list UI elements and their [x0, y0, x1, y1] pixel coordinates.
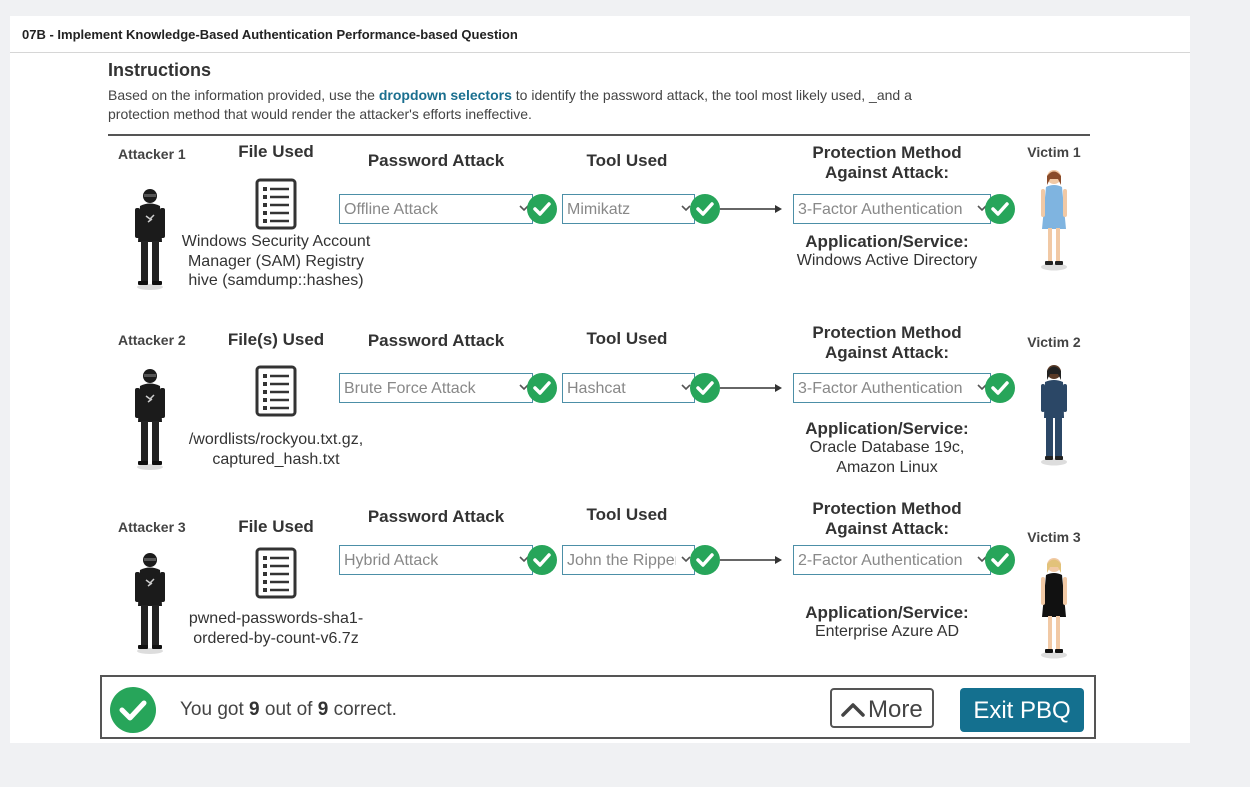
- instructions-text: Based on the information provided, use t…: [108, 86, 958, 124]
- victim-avatar: [1041, 365, 1067, 466]
- instructions-highlight: dropdown selectors: [378, 87, 512, 103]
- protection-method-select-value: 2-Factor Authentication: [798, 552, 963, 569]
- password-attack-header: Password Attack: [367, 151, 505, 170]
- instructions-heading: Instructions: [108, 60, 212, 80]
- file-used-text: /wordlists/rockyou.txt.gz, captured_hash…: [188, 431, 364, 468]
- password-attack-select[interactable]: Hybrid Attack: [339, 545, 533, 575]
- protection-method-header: Protection Method Against Attack:: [812, 323, 962, 362]
- protection-method-select-value: 3-Factor Authentication: [798, 380, 963, 397]
- application-service-text: Oracle Database 19c, Amazon Linux: [809, 439, 965, 476]
- file-used-text: Windows Security Account Manager (SAM) R…: [181, 233, 371, 289]
- application-service-header: Application/Service:: [805, 419, 969, 438]
- checkmark-icon: [527, 545, 557, 575]
- protection-method-select[interactable]: 3-Factor Authentication: [793, 194, 991, 224]
- victim-avatar: [1041, 170, 1067, 271]
- document-list-icon: [255, 365, 297, 417]
- application-service-header: Application/Service:: [805, 603, 969, 622]
- score-total: 9: [317, 699, 329, 720]
- title-bar: 07B - Implement Knowledge-Based Authenti…: [10, 16, 1190, 53]
- checkmark-icon: [690, 194, 720, 224]
- document-list-icon: [255, 547, 297, 599]
- application-service-text: Enterprise Azure AD: [814, 623, 960, 640]
- arrow-right-icon: [720, 205, 782, 213]
- checkmark-icon: [690, 545, 720, 575]
- protection-method-select-value: 3-Factor Authentication: [798, 201, 963, 218]
- results-footer: You got 9 out of 9 correct. More Exit PB…: [100, 675, 1096, 739]
- score-prefix: You got: [180, 699, 250, 720]
- checkmark-icon: [690, 373, 720, 403]
- password-attack-header: Password Attack: [367, 507, 505, 526]
- chevron-up-icon: [841, 703, 865, 717]
- tool-used-header: Tool Used: [586, 151, 668, 170]
- checkmark-icon: [527, 373, 557, 403]
- exit-pbq-label: Exit PBQ: [973, 697, 1071, 724]
- score-text: You got 9 out of 9 correct.: [180, 699, 397, 721]
- file-used-header: File Used: [238, 142, 314, 161]
- victim-label: Victim 1: [1027, 144, 1081, 160]
- password-attack-select-value: Hybrid Attack: [344, 552, 439, 569]
- divider: [108, 134, 1090, 136]
- arrow-right-icon: [720, 384, 782, 392]
- checkmark-icon: [110, 687, 156, 733]
- attacker-label: Attacker 1: [118, 146, 186, 162]
- score-mid: out of: [259, 699, 318, 720]
- password-attack-header: Password Attack: [367, 331, 505, 350]
- document-list-icon: [255, 178, 297, 230]
- checkmark-icon: [985, 194, 1015, 224]
- protection-method-select[interactable]: 2-Factor Authentication: [793, 545, 991, 575]
- protection-method-select[interactable]: 3-Factor Authentication: [793, 373, 991, 403]
- score-correct: 9: [249, 699, 260, 720]
- score-suffix: correct.: [328, 699, 397, 720]
- tool-used-select[interactable]: Hashcat: [562, 373, 695, 403]
- file-used-text: pwned-passwords-sha1-ordered-by-count-v6…: [188, 610, 364, 647]
- victim-label: Victim 2: [1027, 334, 1081, 350]
- victim-label: Victim 3: [1027, 529, 1081, 545]
- password-attack-select-value: Brute Force Attack: [344, 380, 476, 397]
- tool-used-header: Tool Used: [586, 329, 668, 348]
- checkmark-icon: [985, 545, 1015, 575]
- tool-used-select-value: Mimikatz: [567, 201, 631, 218]
- tool-used-header: Tool Used: [586, 505, 668, 524]
- checkmark-icon: [527, 194, 557, 224]
- file-used-header: File(s) Used: [227, 330, 325, 349]
- checkmark-icon: [985, 373, 1015, 403]
- more-button[interactable]: More: [830, 688, 934, 728]
- password-attack-select-value: Offline Attack: [344, 201, 438, 218]
- attacker-avatar: [135, 189, 165, 290]
- tool-used-select[interactable]: John the Ripper: [562, 545, 695, 575]
- exit-pbq-button[interactable]: Exit PBQ: [960, 688, 1084, 732]
- attacker-label: Attacker 2: [118, 332, 186, 348]
- attacker-avatar: [135, 369, 165, 470]
- file-used-header: File Used: [238, 517, 314, 536]
- victim-avatar: [1041, 558, 1067, 659]
- password-attack-select[interactable]: Offline Attack: [339, 194, 533, 224]
- attacker-avatar: [135, 553, 165, 654]
- protection-method-header: Protection Method Against Attack:: [812, 143, 962, 182]
- arrow-right-icon: [720, 556, 782, 564]
- more-button-label: More: [868, 696, 923, 723]
- application-service-text: Windows Active Directory: [796, 252, 978, 269]
- attacker-label: Attacker 3: [118, 519, 186, 535]
- protection-method-header: Protection Method Against Attack:: [812, 499, 962, 538]
- page-title: 07B - Implement Knowledge-Based Authenti…: [22, 27, 518, 42]
- tool-used-select-value: Hashcat: [567, 380, 626, 397]
- instructions-text-before: Based on the information provided, use t…: [108, 87, 379, 103]
- tool-used-select[interactable]: Mimikatz: [562, 194, 695, 224]
- application-service-header: Application/Service:: [805, 232, 969, 251]
- tool-used-select-value: John the Ripper: [567, 552, 676, 569]
- password-attack-select[interactable]: Brute Force Attack: [339, 373, 533, 403]
